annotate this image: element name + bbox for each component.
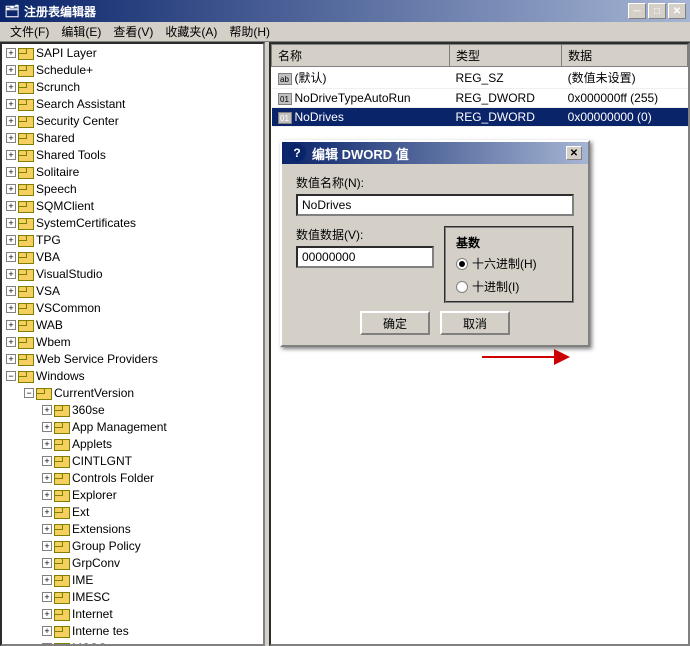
cancel-button[interactable]: 取消: [440, 311, 510, 335]
dialog-title-text: 编辑 DWORD 值: [312, 144, 566, 163]
radio-dec-label[interactable]: 十进制(I): [456, 278, 562, 295]
radio-hex-label[interactable]: 十六进制(H): [456, 255, 562, 272]
radio-dec-circle[interactable]: [456, 281, 468, 293]
dialog-buttons: 确定 取消: [296, 311, 574, 335]
dialog-body: 数值名称(N): 数值数据(V): 基数 十六进制(H): [282, 164, 588, 345]
dialog-title-buttons: ✕: [566, 146, 582, 160]
edit-dword-dialog: ? 编辑 DWORD 值 ✕ 数值名称(N): 数值数据(V): 基数: [280, 140, 590, 347]
ok-button[interactable]: 确定: [360, 311, 430, 335]
radio-group: 十六进制(H) 十进制(I): [456, 255, 562, 295]
name-label: 数值名称(N):: [296, 174, 574, 191]
name-input[interactable]: [296, 194, 574, 216]
dialog-overlay: ? 编辑 DWORD 值 ✕ 数值名称(N): 数值数据(V): 基数: [0, 0, 690, 646]
data-row: 数值数据(V): 基数 十六进制(H) 十进制(I): [296, 226, 574, 303]
question-icon: ?: [288, 144, 306, 162]
dialog-close-button[interactable]: ✕: [566, 146, 582, 160]
radio-dec-text: 十进制(I): [472, 278, 519, 295]
base-label: 基数: [456, 234, 562, 251]
base-group: 基数 十六进制(H) 十进制(I): [444, 226, 574, 303]
dialog-title-bar: ? 编辑 DWORD 值 ✕: [282, 142, 588, 164]
radio-hex-circle[interactable]: [456, 258, 468, 270]
data-input[interactable]: [296, 246, 434, 268]
base-arrow: [482, 337, 602, 377]
data-label: 数值数据(V):: [296, 226, 434, 243]
data-left: 数值数据(V):: [296, 226, 434, 303]
radio-hex-text: 十六进制(H): [472, 255, 537, 272]
